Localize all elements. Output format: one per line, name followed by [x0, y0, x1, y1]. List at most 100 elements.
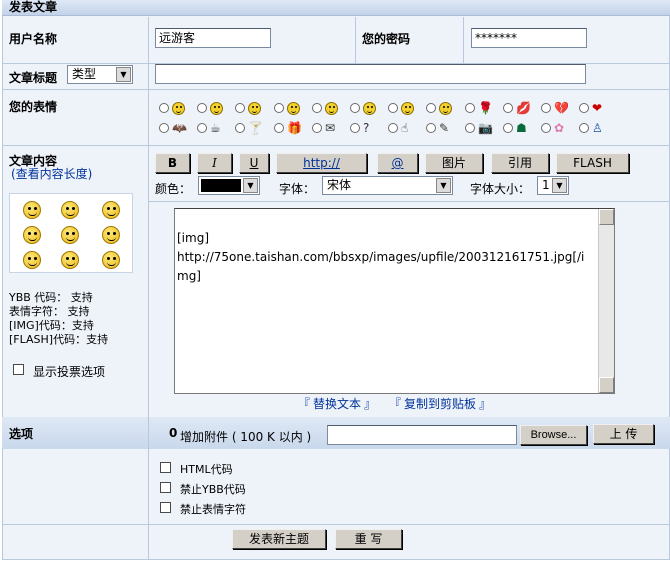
- emoticon-icon[interactable]: [23, 226, 41, 244]
- emotion-radio[interactable]: [426, 103, 436, 113]
- html-code-label: HTML代码: [180, 463, 233, 476]
- emotion-radio[interactable]: [235, 103, 245, 113]
- emotion-radio[interactable]: [541, 123, 551, 133]
- cool-icon: [363, 102, 376, 115]
- content-length-link[interactable]: (查看内容长度): [11, 165, 92, 182]
- figure-icon: ♙: [592, 121, 603, 135]
- emotion-radio[interactable]: [426, 123, 436, 133]
- email-button[interactable]: @: [377, 153, 418, 173]
- font-select[interactable]: 宋体 ▼: [322, 176, 453, 195]
- attachment-input[interactable]: [327, 425, 517, 445]
- emotion-radio[interactable]: [197, 103, 207, 113]
- type-select-value: 类型: [72, 67, 97, 81]
- chevron-down-icon: ▼: [552, 178, 567, 193]
- size-select[interactable]: 1 ▼: [537, 176, 569, 195]
- title-input[interactable]: [155, 64, 586, 84]
- emoticon-icon[interactable]: [61, 201, 79, 219]
- emotion-radio[interactable]: [159, 123, 169, 133]
- color-select[interactable]: ▼: [198, 176, 260, 195]
- emotion-label: 您的表情: [9, 100, 58, 114]
- submit-button[interactable]: 发表新主题: [232, 529, 326, 549]
- divider: [463, 17, 464, 63]
- emotion-radio[interactable]: [465, 103, 475, 113]
- scroll-up-icon[interactable]: [599, 209, 614, 225]
- underline-button[interactable]: U: [239, 153, 269, 173]
- bold-button[interactable]: B: [155, 153, 190, 173]
- lips-icon: 💋: [516, 101, 531, 115]
- emotion-radio[interactable]: [235, 123, 245, 133]
- emotion-radio[interactable]: [579, 123, 589, 133]
- image-button[interactable]: 图片: [425, 153, 483, 173]
- emotion-radio[interactable]: [465, 123, 475, 133]
- disable-ybb-checkbox[interactable]: [160, 482, 171, 493]
- emoticon-icon[interactable]: [102, 201, 120, 219]
- options-label: 选项: [9, 427, 34, 441]
- gift-icon: 🎁: [287, 121, 302, 135]
- html-code-checkbox[interactable]: [160, 462, 171, 473]
- heart-icon: ❤: [592, 101, 603, 115]
- emotion-radio[interactable]: [350, 123, 360, 133]
- emoticon-icon[interactable]: [23, 201, 41, 219]
- size-select-value: 1: [542, 178, 550, 192]
- vote-checkbox[interactable]: [13, 364, 24, 375]
- username-input[interactable]: 远游客: [155, 28, 271, 48]
- replace-text-link[interactable]: 替换文本: [313, 395, 361, 412]
- divider: [355, 17, 356, 63]
- copy-clipboard-link[interactable]: 复制到剪贴板: [404, 395, 476, 412]
- disable-emoticon-label: 禁止表情字符: [180, 503, 246, 516]
- emotion-radio[interactable]: [274, 123, 284, 133]
- emotion-radio[interactable]: [388, 103, 398, 113]
- cocktail-icon: 🍸: [248, 121, 263, 135]
- quote-button[interactable]: 引用: [491, 153, 549, 173]
- left-bracket: 『: [298, 397, 311, 411]
- content-textarea[interactable]: [img] http://75one.taishan.com/bbsxp/ima…: [174, 208, 615, 394]
- font-label: 字体：: [279, 182, 316, 196]
- pencil-icon: ✎: [439, 121, 450, 135]
- title-label: 文章标题: [9, 71, 58, 85]
- type-select[interactable]: 类型 ▼: [67, 65, 133, 84]
- emotion-radio[interactable]: [503, 123, 513, 133]
- url-button[interactable]: http://: [276, 153, 367, 173]
- italic-button[interactable]: I: [197, 153, 232, 173]
- emoticon-icon[interactable]: [23, 251, 41, 269]
- browse-button[interactable]: Browse...: [520, 425, 587, 445]
- emotion-radio[interactable]: [350, 103, 360, 113]
- flash-button[interactable]: FLASH: [556, 153, 629, 173]
- rose-icon: 🌹: [478, 101, 493, 115]
- emoticon-icon[interactable]: [102, 251, 120, 269]
- right-bracket: 』: [479, 397, 492, 411]
- sad-icon: [401, 102, 414, 115]
- emotion-radio[interactable]: [503, 103, 513, 113]
- flower-icon: ✿: [554, 121, 565, 135]
- disable-emoticon-checkbox[interactable]: [160, 502, 171, 513]
- reset-button[interactable]: 重 写: [335, 529, 402, 549]
- emoticon-icon[interactable]: [61, 251, 79, 269]
- scrollbar[interactable]: [598, 209, 614, 393]
- emotion-radio[interactable]: [541, 103, 551, 113]
- emotion-radio[interactable]: [197, 123, 207, 133]
- scroll-down-icon[interactable]: [599, 377, 614, 393]
- chevron-down-icon: ▼: [116, 67, 131, 82]
- emotion-radio[interactable]: [159, 103, 169, 113]
- divider: [148, 17, 149, 417]
- password-input[interactable]: *******: [471, 28, 587, 48]
- emotion-radio[interactable]: [312, 103, 322, 113]
- emotion-radio[interactable]: [579, 103, 589, 113]
- upload-button[interactable]: 上 传: [593, 424, 654, 444]
- broken-heart-icon: 💔: [554, 101, 569, 115]
- emotion-radio[interactable]: [312, 123, 322, 133]
- emoticon-icon[interactable]: [61, 226, 79, 244]
- flash-support: [FLASH]代码：支持: [9, 333, 109, 346]
- chevron-down-icon: ▼: [436, 178, 451, 193]
- vote-label: 显示投票选项: [33, 365, 106, 379]
- color-label: 颜色：: [155, 182, 192, 196]
- divider: [149, 201, 670, 202]
- emotion-radio[interactable]: [388, 123, 398, 133]
- cry-icon: [439, 102, 452, 115]
- emoticon-panel: [9, 193, 133, 273]
- emotion-radio[interactable]: [274, 103, 284, 113]
- emoticon-icon[interactable]: [102, 226, 120, 244]
- wink-icon: [325, 102, 338, 115]
- right-bracket: 』: [364, 397, 377, 411]
- attach-label: 增加附件 ( 100 K 以内 ): [180, 430, 312, 444]
